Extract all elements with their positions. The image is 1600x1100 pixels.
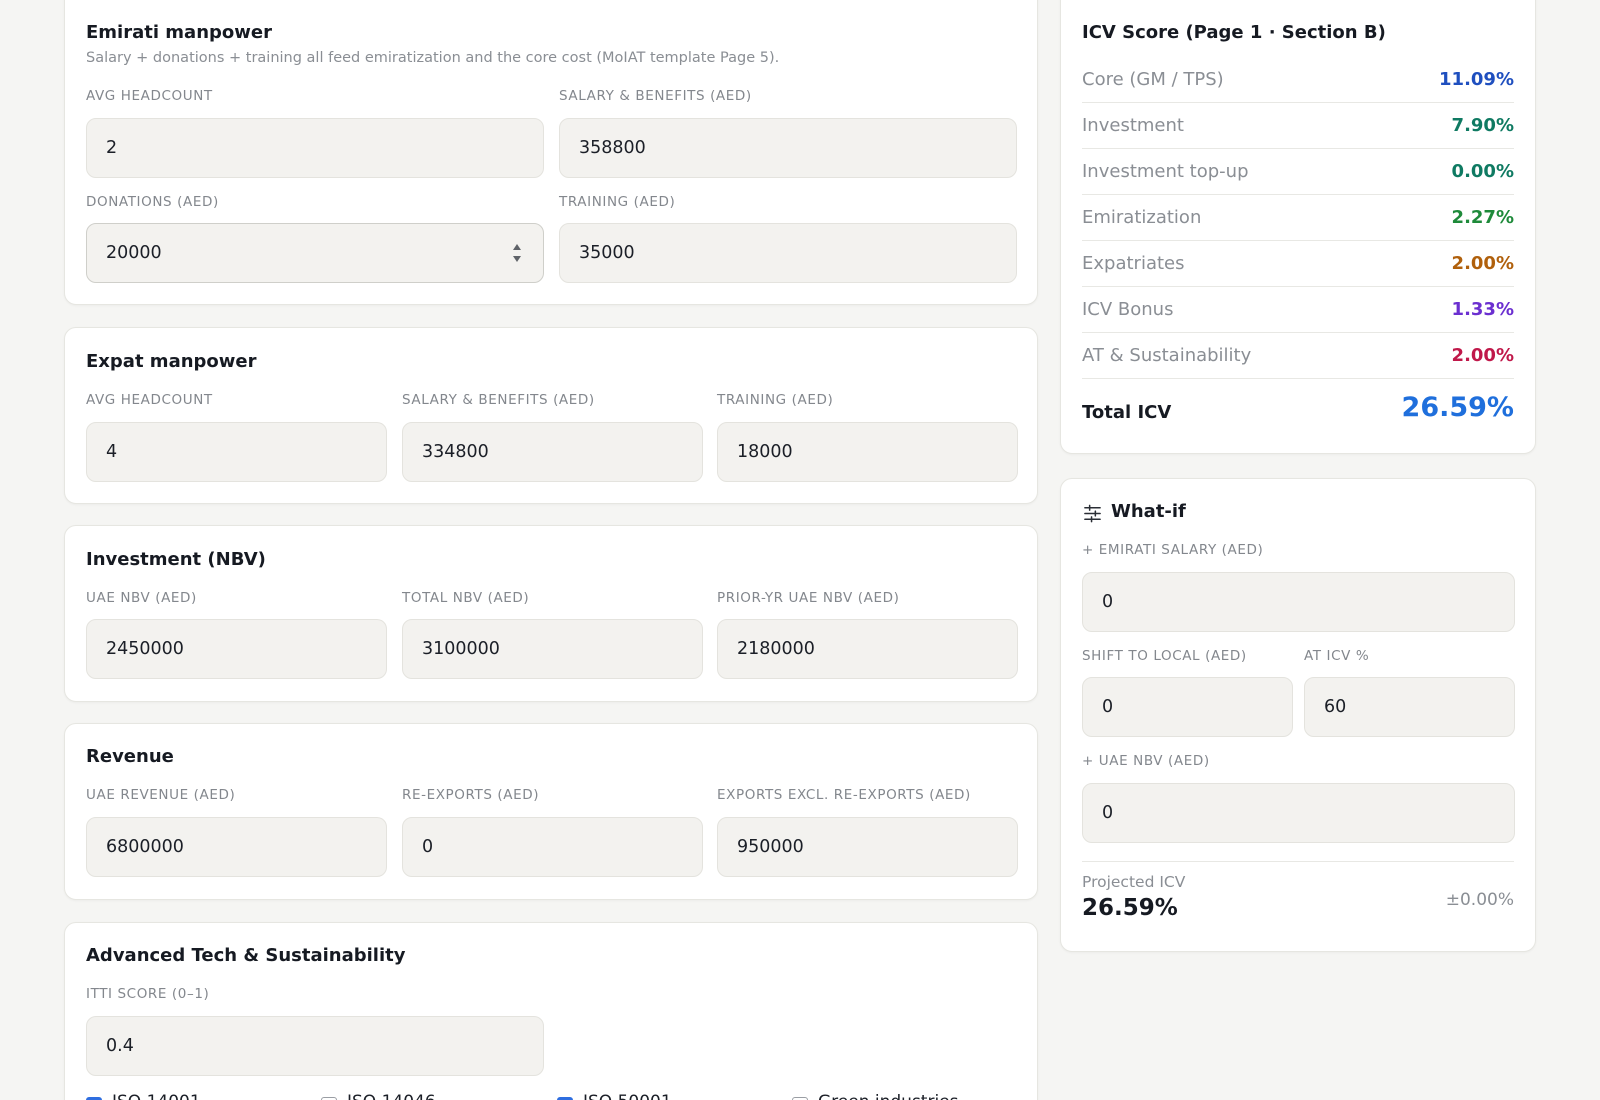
emirati-donations-value: 20000 — [106, 243, 162, 263]
whatif-at-icv-input[interactable]: 60 — [1304, 677, 1515, 737]
total-nbv-input[interactable]: 3100000 — [402, 619, 703, 679]
score-row-emiratization: Emiratization 2.27% — [1082, 195, 1514, 241]
expat-avg-headcount-label: AVG HEADCOUNT — [86, 392, 213, 408]
score-row-core: Core (GM / TPS) 11.09% — [1082, 57, 1514, 103]
emirati-salary-input[interactable]: 358800 — [559, 118, 1017, 178]
total-nbv-label: TOTAL NBV (AED) — [402, 590, 530, 606]
score-row-label: ICV Bonus — [1082, 299, 1174, 320]
investment-card: Investment (NBV) UAE NBV (AED) 2450000 T… — [64, 525, 1038, 702]
score-row-expatriates: Expatriates 2.00% — [1082, 241, 1514, 287]
score-row-icv-bonus: ICV Bonus 1.33% — [1082, 287, 1514, 333]
expat-salary-label: SALARY & BENEFITS (AED) — [402, 392, 595, 408]
itti-score-label: ITTI SCORE (0–1) — [86, 986, 210, 1002]
uae-revenue-label: UAE REVENUE (AED) — [86, 787, 236, 803]
prior-nbv-input[interactable]: 2180000 — [717, 619, 1018, 679]
investment-title: Investment (NBV) — [86, 549, 266, 570]
score-row-label: Core (GM / TPS) — [1082, 69, 1224, 90]
emirati-manpower-title: Emirati manpower — [86, 22, 272, 43]
score-row-value: 1.33% — [1451, 299, 1514, 320]
icv-score-title: ICV Score (Page 1 · Section B) — [1082, 22, 1386, 43]
expat-salary-input[interactable]: 334800 — [402, 422, 703, 482]
projected-icv-delta: ±0.00% — [1445, 890, 1514, 910]
whatif-uae-nbv-input[interactable]: 0 — [1082, 783, 1515, 843]
score-row-value: 7.90% — [1451, 115, 1514, 136]
score-row-investment-topup: Investment top-up 0.00% — [1082, 149, 1514, 195]
itti-score-input[interactable]: 0.4 — [86, 1016, 544, 1076]
projected-icv-label: Projected ICV — [1082, 873, 1186, 891]
number-spinner-icon[interactable] — [511, 241, 523, 265]
reexports-label: RE-EXPORTS (AED) — [402, 787, 540, 803]
icv-score-card: ICV Score (Page 1 · Section B) Core (GM … — [1060, 0, 1536, 454]
sliders-icon — [1084, 504, 1101, 523]
what-if-card: What-if + EMIRATI SALARY (AED) 0 SHIFT T… — [1060, 478, 1536, 952]
uae-revenue-input[interactable]: 6800000 — [86, 817, 387, 877]
score-row-value: 2.00% — [1451, 345, 1514, 366]
score-row-label: Investment — [1082, 115, 1184, 136]
revenue-card: Revenue UAE REVENUE (AED) 6800000 RE-EXP… — [64, 723, 1038, 900]
exports-input[interactable]: 950000 — [717, 817, 1018, 877]
emirati-avg-headcount-label: AVG HEADCOUNT — [86, 88, 213, 104]
expat-training-label: TRAINING (AED) — [717, 392, 834, 408]
emirati-manpower-card: Emirati manpower Salary + donations + tr… — [64, 0, 1038, 305]
projected-icv-value: 26.59% — [1082, 895, 1178, 921]
expat-training-input[interactable]: 18000 — [717, 422, 1018, 482]
uae-nbv-input[interactable]: 2450000 — [86, 619, 387, 679]
whatif-emirati-salary-label: + EMIRATI SALARY (AED) — [1082, 542, 1264, 558]
advanced-tech-title: Advanced Tech & Sustainability — [86, 945, 406, 966]
score-row-label: Expatriates — [1082, 253, 1185, 274]
exports-label: EXPORTS EXCL. RE-EXPORTS (AED) — [717, 787, 971, 803]
score-row-value: 0.00% — [1451, 161, 1514, 182]
uae-nbv-label: UAE NBV (AED) — [86, 590, 197, 606]
whatif-shift-label: SHIFT TO LOCAL (AED) — [1082, 648, 1247, 664]
score-row-value: 11.09% — [1439, 69, 1514, 90]
score-row-label: AT & Sustainability — [1082, 345, 1252, 366]
score-row-investment: Investment 7.90% — [1082, 103, 1514, 149]
iso-14001-label: ISO 14001 — [112, 1092, 201, 1100]
whatif-emirati-salary-input[interactable]: 0 — [1082, 572, 1515, 632]
score-row-value: 2.00% — [1451, 253, 1514, 274]
revenue-title: Revenue — [86, 746, 174, 767]
what-if-title: What-if — [1111, 501, 1186, 522]
emirati-training-label: TRAINING (AED) — [559, 194, 676, 210]
emirati-donations-input[interactable]: 20000 — [86, 223, 544, 283]
projected-divider — [1082, 861, 1514, 862]
score-row-label: Emiratization — [1082, 207, 1202, 228]
whatif-shift-input[interactable]: 0 — [1082, 677, 1293, 737]
reexports-input[interactable]: 0 — [402, 817, 703, 877]
emirati-salary-label: SALARY & BENEFITS (AED) — [559, 88, 752, 104]
total-icv-label: Total ICV — [1082, 402, 1172, 423]
total-icv-value: 26.59% — [1401, 392, 1514, 423]
emirati-training-input[interactable]: 35000 — [559, 223, 1017, 283]
iso-14046-label: ISO 14046 — [347, 1092, 436, 1100]
score-row-label: Investment top-up — [1082, 161, 1249, 182]
emirati-manpower-subtitle: Salary + donations + training all feed e… — [86, 50, 780, 66]
green-industries-label: Green industries — [818, 1092, 959, 1100]
iso-50001-label: ISO 50001 — [583, 1092, 672, 1100]
whatif-uae-nbv-label: + UAE NBV (AED) — [1082, 753, 1210, 769]
expat-avg-headcount-input[interactable]: 4 — [86, 422, 387, 482]
expat-manpower-title: Expat manpower — [86, 351, 257, 372]
whatif-at-icv-label: AT ICV % — [1304, 648, 1370, 664]
score-row-at-sustainability: AT & Sustainability 2.00% — [1082, 333, 1514, 379]
advanced-tech-card: Advanced Tech & Sustainability ITTI SCOR… — [64, 922, 1038, 1100]
prior-nbv-label: PRIOR-YR UAE NBV (AED) — [717, 590, 900, 606]
score-row-value: 2.27% — [1451, 207, 1514, 228]
emirati-avg-headcount-input[interactable]: 2 — [86, 118, 544, 178]
emirati-donations-label: DONATIONS (AED) — [86, 194, 219, 210]
expat-manpower-card: Expat manpower AVG HEADCOUNT 4 SALARY & … — [64, 327, 1038, 504]
